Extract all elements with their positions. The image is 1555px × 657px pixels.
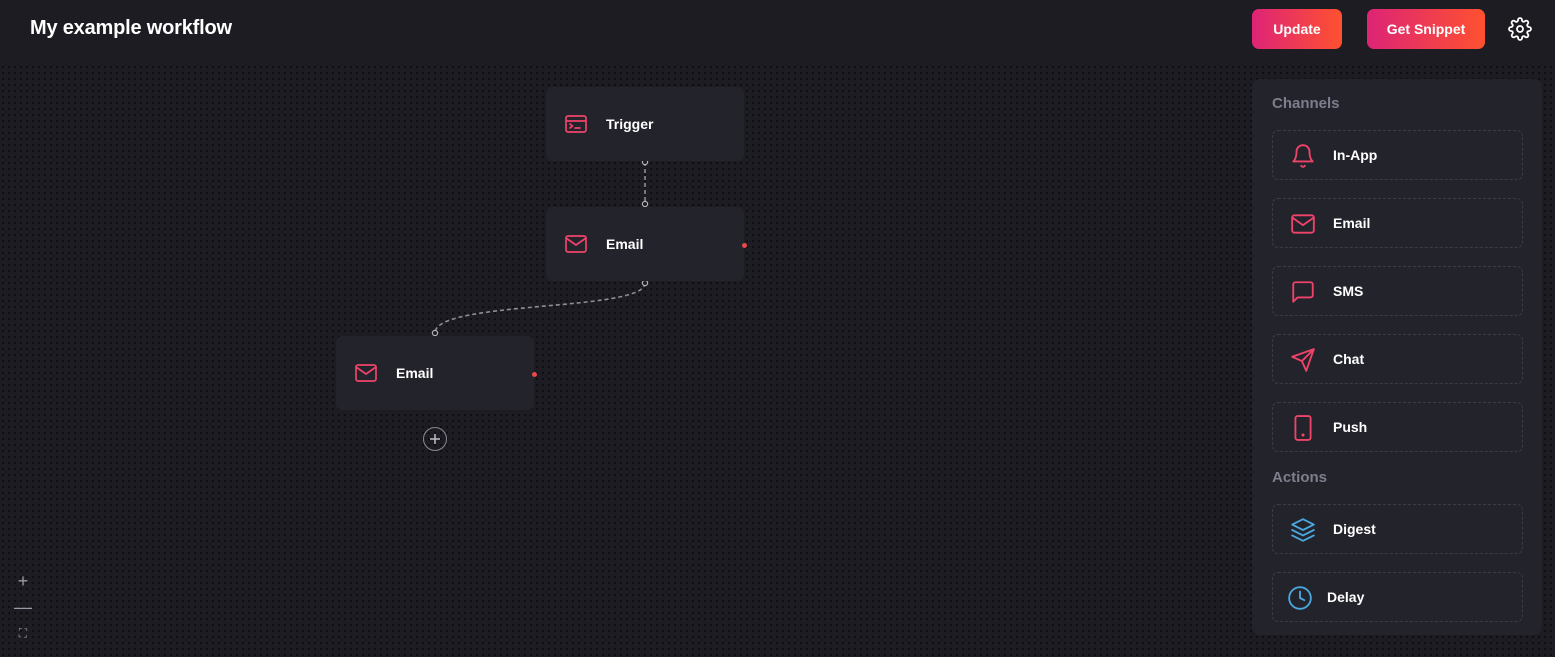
zoom-out-button[interactable]: — <box>14 598 32 616</box>
sidebar-item-push[interactable]: Push <box>1272 402 1523 452</box>
sidebar-item-sms[interactable]: SMS <box>1272 266 1523 316</box>
layers-icon <box>1291 518 1315 542</box>
terminal-icon <box>565 115 587 133</box>
sidebar-item-label: In-App <box>1333 147 1378 163</box>
gear-icon[interactable] <box>1508 17 1532 41</box>
add-step-button[interactable] <box>423 427 447 451</box>
node-trigger[interactable]: Trigger <box>546 87 744 161</box>
send-icon <box>1291 348 1315 372</box>
node-output-handle[interactable] <box>742 243 747 248</box>
header: My example workflow Update Get Snippet <box>0 0 1555 64</box>
sidebar-item-digest[interactable]: Digest <box>1272 504 1523 554</box>
page-title: My example workflow <box>30 17 232 39</box>
sidebar-item-label: Email <box>1333 215 1371 231</box>
zoom-in-button[interactable]: + <box>14 572 32 590</box>
fit-view-button[interactable]: ⛶ <box>14 624 32 642</box>
sidebar-item-label: SMS <box>1333 283 1364 299</box>
sidebar-item-label: Push <box>1333 419 1368 435</box>
bell-icon <box>1292 144 1314 168</box>
get-snippet-button[interactable]: Get Snippet <box>1367 9 1485 49</box>
channels-section-title: Channels <box>1272 95 1340 112</box>
node-label: Email <box>396 365 434 381</box>
node-label: Email <box>606 236 644 252</box>
sidebar-item-delay[interactable]: Delay <box>1272 572 1523 622</box>
node-label: Trigger <box>606 116 654 132</box>
actions-section-title: Actions <box>1272 469 1328 486</box>
message-icon <box>1292 281 1314 303</box>
mail-icon <box>355 364 377 382</box>
update-button[interactable]: Update <box>1252 9 1342 49</box>
sidebar-item-email[interactable]: Email <box>1272 198 1523 248</box>
node-email-2[interactable]: Email <box>336 336 534 410</box>
mail-icon <box>565 235 587 253</box>
clock-icon <box>1288 586 1312 610</box>
sidebar-item-label: Chat <box>1333 351 1365 367</box>
steps-sidebar: Channels In-App Email SMS Chat Push Acti… <box>1252 79 1542 635</box>
sidebar-item-in-app[interactable]: In-App <box>1272 130 1523 180</box>
plus-icon <box>430 434 440 444</box>
mobile-icon <box>1294 415 1312 441</box>
mail-icon <box>1291 214 1315 234</box>
sidebar-item-label: Digest <box>1333 521 1376 537</box>
sidebar-item-chat[interactable]: Chat <box>1272 334 1523 384</box>
node-email-1[interactable]: Email <box>546 207 744 281</box>
node-output-handle[interactable] <box>532 372 537 377</box>
sidebar-item-label: Delay <box>1327 589 1365 605</box>
